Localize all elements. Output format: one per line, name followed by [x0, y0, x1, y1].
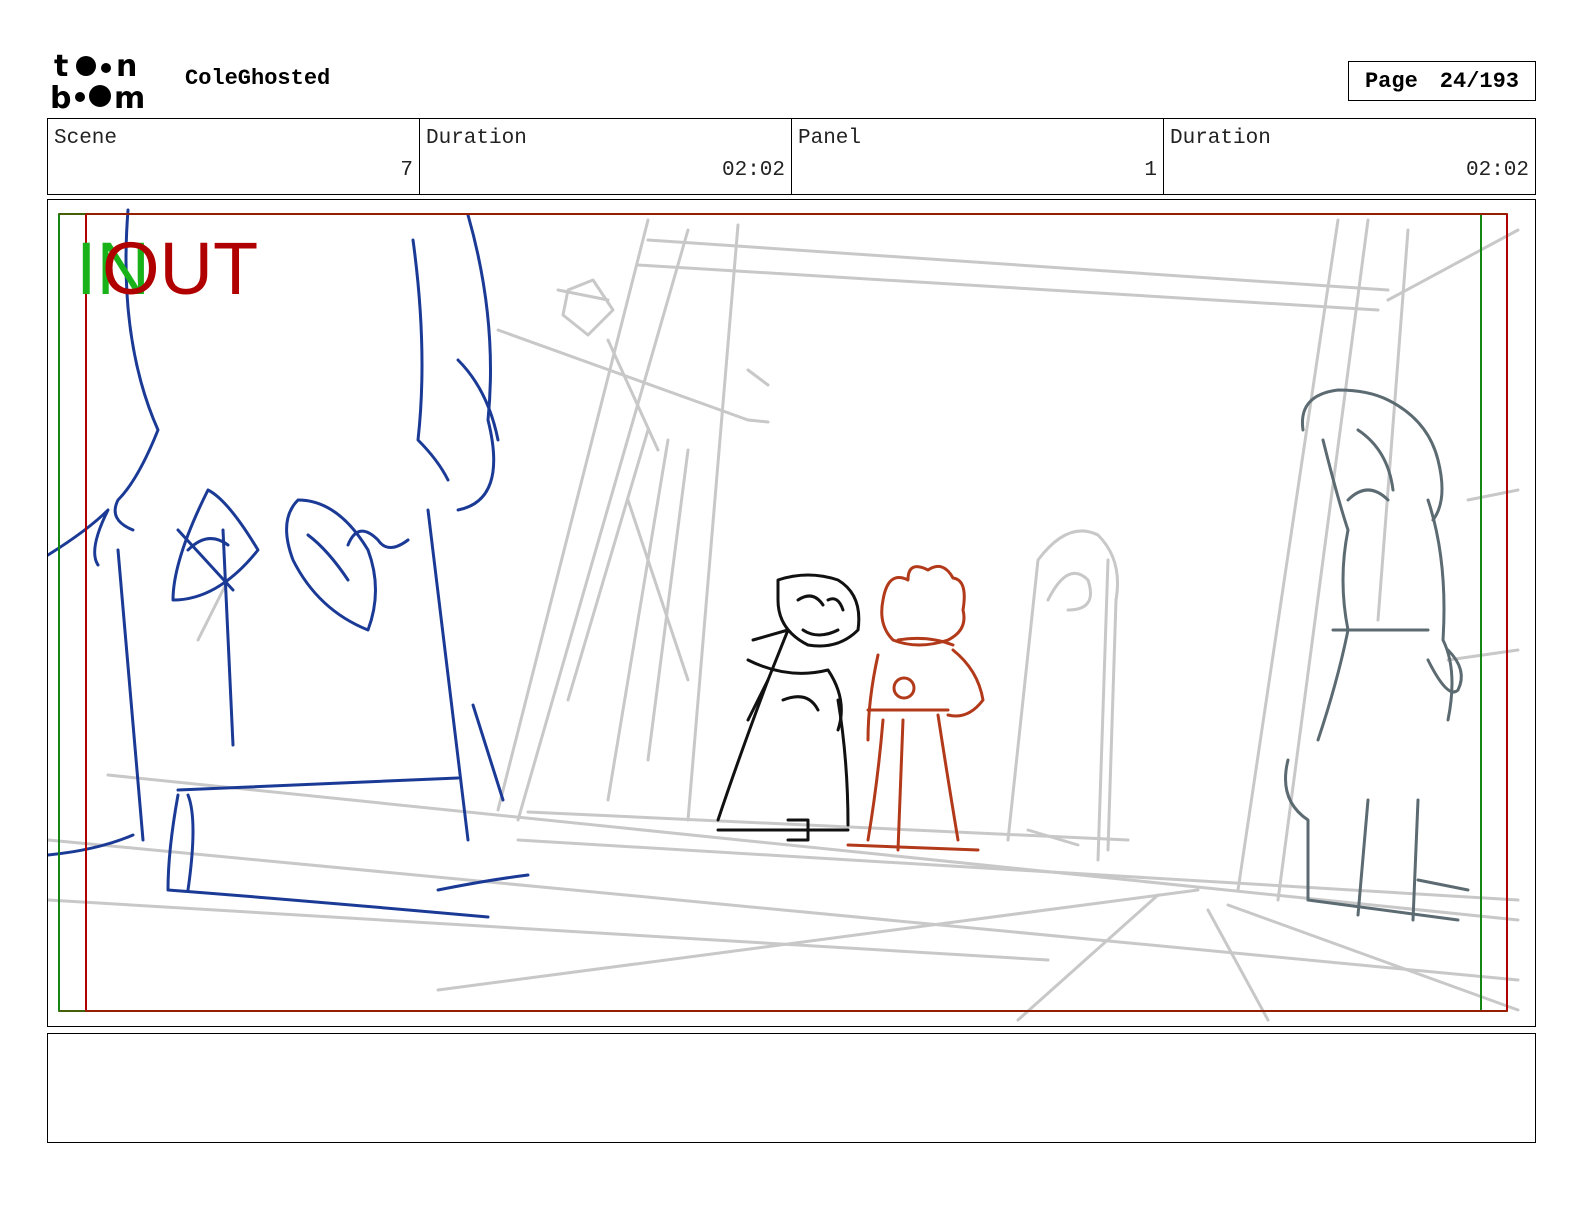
panel-label: Panel [798, 127, 862, 150]
scene-cell: Scene 7 [48, 119, 420, 194]
scene-duration-label: Duration [426, 127, 527, 150]
panel-cell: Panel 1 [792, 119, 1164, 194]
out-marker: OUT [102, 227, 259, 310]
svg-text:t: t [54, 50, 68, 84]
page-label: Page [1364, 68, 1418, 94]
panel-sketch [48, 208, 1520, 1022]
toon-boom-logo-icon: t n b m [50, 49, 164, 116]
svg-text:m: m [114, 81, 145, 112]
scene-label: Scene [54, 127, 118, 150]
panel-value: 1 [1144, 159, 1157, 182]
page-number: 24/193 [1439, 68, 1520, 94]
svg-text:b: b [50, 81, 71, 112]
svg-text:n: n [116, 50, 137, 84]
panel-info-table: Scene 7 Duration 02:02 Panel 1 Duration … [47, 118, 1536, 195]
scene-duration-value: 02:02 [721, 159, 785, 182]
storyboard-panel-frame: IN OUT [47, 199, 1536, 1027]
panel-duration-value: 02:02 [1465, 159, 1529, 182]
panel-duration-cell: Duration 02:02 [1164, 119, 1535, 194]
panel-duration-label: Duration [1170, 127, 1271, 150]
page-indicator: Page 24/193 [1348, 61, 1536, 101]
scene-duration-cell: Duration 02:02 [420, 119, 792, 194]
project-title: ColeGhosted [185, 66, 331, 91]
scene-value: 7 [400, 159, 413, 182]
panel-notes-box[interactable] [47, 1033, 1536, 1143]
